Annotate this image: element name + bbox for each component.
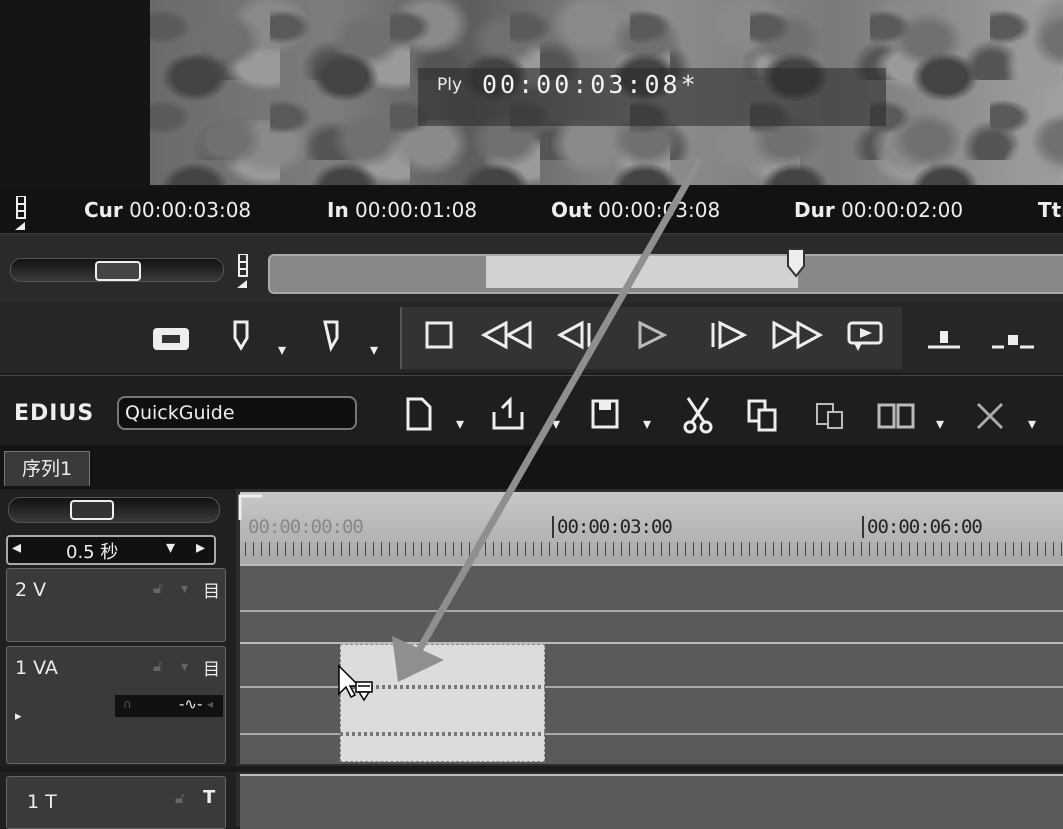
dur-label: Dur: [794, 198, 835, 222]
tab-sequence-1[interactable]: 序列1: [4, 451, 90, 486]
rewind-icon[interactable]: [480, 320, 534, 350]
timeline-zoom-knob[interactable]: [70, 500, 114, 520]
match-frame-icon[interactable]: [152, 326, 190, 352]
track-header-1va[interactable]: 1 VA 🔓︎ ▾ 目 ∩ -∿- ◂ ▸: [6, 646, 226, 764]
open-project-icon[interactable]: [490, 396, 526, 432]
new-sequence-icon[interactable]: [404, 396, 434, 432]
ply-label: Ply: [437, 75, 463, 95]
ttl-timecode: Ttl: [1038, 198, 1063, 222]
copy-icon[interactable]: [746, 398, 780, 432]
chevron-down-icon[interactable]: ▾: [278, 340, 286, 359]
loop-play-icon[interactable]: [846, 320, 884, 354]
edius-logo: EDIUS: [14, 401, 95, 426]
playhead-marker[interactable]: [786, 248, 806, 278]
timescale-select[interactable]: ◂ 0.5 秒 ▾ ▸: [6, 535, 216, 565]
track-display-icon[interactable]: 目: [203, 655, 220, 680]
out-timecode: Out 00:00:03:08: [551, 198, 720, 222]
chevron-down-icon[interactable]: ▾: [1028, 414, 1036, 433]
save-icon[interactable]: [590, 398, 620, 430]
chevron-down-icon[interactable]: ▾: [370, 340, 378, 359]
cut-icon[interactable]: [682, 396, 714, 434]
track-separator: [0, 766, 1063, 772]
out-label: Out: [551, 198, 592, 222]
step-back-icon[interactable]: [554, 320, 594, 350]
chevron-down-icon[interactable]: ▾: [552, 414, 560, 433]
chevron-down-icon[interactable]: ▾: [181, 659, 188, 675]
ruler-ticks: [245, 542, 1063, 556]
set-in-icon[interactable]: [232, 320, 252, 352]
ruler-label: 00:00:06:00: [862, 516, 983, 538]
audio-meter-icon[interactable]: [14, 196, 30, 230]
track-name: 1 VA: [15, 657, 58, 679]
audio-controls: ∩ -∿- ◂: [115, 695, 223, 717]
lock-icon[interactable]: 🔓︎: [153, 579, 163, 597]
cur-timecode: Cur 00:00:03:08: [84, 198, 251, 222]
sequence-tab-bar: [0, 445, 1063, 489]
track-display-icon[interactable]: 目: [203, 577, 220, 602]
title-track-icon[interactable]: T: [203, 787, 215, 808]
track-header-1t[interactable]: 1 T 🔓︎ T: [6, 776, 226, 829]
play-icon[interactable]: [636, 320, 668, 350]
timescale-value: 0.5 秒: [66, 542, 119, 563]
in-out-range: [486, 256, 798, 288]
fast-forward-icon[interactable]: [770, 320, 826, 350]
track-header-2v[interactable]: 2 V 🔓︎ ▾ 目: [6, 568, 226, 642]
preview-zoom-knob[interactable]: [95, 261, 141, 281]
chevron-down-icon[interactable]: ▾: [936, 414, 944, 433]
ruler-label: 00:00:03:00: [552, 516, 673, 538]
paste-icon[interactable]: [814, 398, 848, 432]
clip-stripe: [340, 732, 545, 736]
in-timecode: In 00:00:01:08: [327, 198, 477, 222]
chevron-down-icon[interactable]: ▾: [643, 414, 651, 433]
speaker-icon[interactable]: ◂: [207, 697, 213, 711]
audio-meter-icon[interactable]: [236, 254, 252, 288]
lock-icon[interactable]: 🔓︎: [175, 789, 185, 807]
set-out-icon[interactable]: [322, 320, 342, 352]
ttl-label: Ttl: [1038, 198, 1063, 222]
delete-icon[interactable]: [974, 400, 1006, 432]
project-name-field[interactable]: QuickGuide: [117, 396, 357, 430]
out-value: 00:00:03:08: [598, 198, 721, 222]
ruler-label: 00:00:00:00: [248, 516, 364, 538]
chevron-down-icon[interactable]: ▾: [181, 581, 188, 597]
insert-to-timeline-icon[interactable]: [924, 325, 964, 351]
lane-divider: [240, 610, 1063, 612]
overwrite-to-timeline-icon[interactable]: [990, 325, 1036, 351]
track-lane-2v[interactable]: [240, 564, 1063, 642]
track-name: 2 V: [15, 579, 47, 601]
expand-track-icon[interactable]: ▸: [15, 709, 22, 724]
dur-timecode: Dur 00:00:02:00: [794, 198, 963, 222]
ripple-icon[interactable]: [876, 402, 916, 430]
chevron-right-icon[interactable]: ▸: [196, 537, 205, 558]
chevron-down-icon[interactable]: ▾: [456, 414, 464, 433]
lock-icon[interactable]: 🔓︎: [153, 657, 163, 675]
cur-label: Cur: [84, 198, 123, 222]
track-name: 1 T: [27, 791, 57, 813]
stop-icon[interactable]: [424, 320, 454, 350]
cur-value: 00:00:03:08: [129, 198, 252, 222]
audio-mute-icon[interactable]: ∩: [123, 697, 132, 711]
drag-cursor-icon: [338, 664, 373, 702]
step-forward-icon[interactable]: [708, 320, 750, 350]
ply-timecode: 00:00:03:08*: [482, 70, 699, 99]
dur-value: 00:00:02:00: [841, 198, 964, 222]
waveform-icon[interactable]: -∿-: [179, 695, 202, 713]
chevron-down-icon[interactable]: ▾: [166, 537, 175, 558]
in-label: In: [327, 198, 349, 222]
track-lane-1t[interactable]: [240, 774, 1063, 829]
in-value: 00:00:01:08: [355, 198, 478, 222]
timeline-zoom-slider[interactable]: [8, 497, 220, 523]
chevron-left-icon[interactable]: ◂: [12, 537, 21, 558]
